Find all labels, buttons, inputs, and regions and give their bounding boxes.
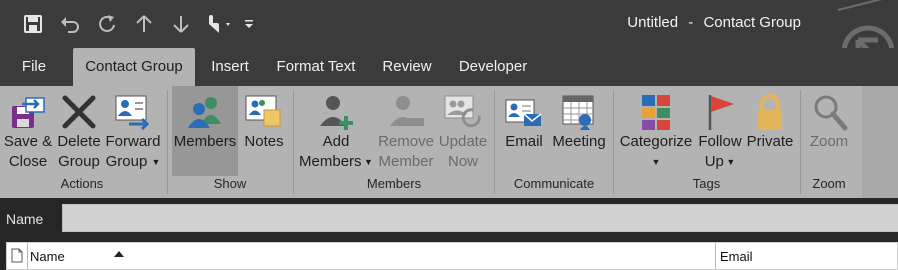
document-icon [11, 248, 23, 263]
members-list: Name Email [0, 240, 898, 270]
touch-mode-icon[interactable] [199, 10, 239, 38]
magnifier-icon [809, 92, 849, 132]
add-members-label-2: Members [299, 153, 362, 170]
members-view-label: Members [173, 133, 237, 150]
notes-button[interactable]: Notes [240, 86, 288, 176]
group-name-input[interactable] [62, 204, 898, 232]
follow-up-button[interactable]: Follow Up ▼ [696, 86, 744, 176]
column-header-email[interactable]: Email [715, 243, 895, 269]
remove-member-icon [386, 92, 426, 132]
ribbon-tabs: File Contact Group Insert Format Text Re… [0, 48, 898, 86]
remove-member-label-2: Member [378, 153, 434, 170]
tab-format-text[interactable]: Format Text [268, 48, 364, 86]
forward-group-button[interactable]: Forward Group ▼ [104, 86, 162, 176]
sort-ascending-icon [114, 251, 124, 257]
email-label: Email [505, 133, 543, 150]
add-members-button[interactable]: Add Members ▼ [298, 86, 374, 176]
notes-icon [244, 92, 284, 132]
lock-icon [750, 92, 790, 132]
remove-member-label-1: Remove [378, 133, 434, 150]
members-icon [185, 92, 225, 132]
forward-group-label-2: Group [105, 153, 148, 170]
ribbon: Save & Close Delete Group Forward Group ▼ A… [0, 86, 898, 198]
email-button[interactable]: Email [500, 86, 548, 176]
categorize-icon [636, 92, 676, 132]
update-now-label-2: Now [447, 153, 478, 170]
forward-group-label-1: Forward [105, 133, 161, 150]
forward-group-icon [113, 92, 153, 132]
save-close-icon [8, 92, 48, 132]
title-bar: Untitled - Contact Group [0, 0, 898, 79]
group-label-zoom: Zoom [812, 176, 846, 191]
chevron-down-icon: ▼ [651, 157, 661, 168]
save-icon[interactable] [14, 10, 51, 38]
remove-member-button[interactable]: Remove Member [376, 86, 436, 176]
ribbon-edge [862, 86, 898, 198]
update-now-label-1: Update [438, 133, 488, 150]
redo-icon[interactable] [88, 10, 125, 38]
save-close-button[interactable]: Save & Close [2, 86, 54, 176]
contextual-tab-name: Contact Group [703, 14, 801, 31]
arrow-up-icon[interactable] [125, 10, 162, 38]
notes-label: Notes [244, 133, 284, 150]
list-header: Name Email [6, 242, 898, 270]
private-label: Private [746, 133, 794, 150]
window-title: Untitled - Contact Group [627, 14, 801, 31]
name-label: Name [6, 211, 44, 227]
group-separator [800, 90, 801, 194]
group-separator [167, 90, 168, 194]
zoom-button[interactable]: Zoom [804, 86, 854, 176]
flag-icon [700, 92, 740, 132]
members-view-button[interactable]: Members [172, 86, 238, 176]
customize-qat-icon[interactable] [239, 10, 259, 38]
arrow-down-icon[interactable] [162, 10, 199, 38]
document-name: Untitled [627, 14, 679, 31]
title-separator: - [688, 14, 694, 31]
categorize-label: Categorize [619, 133, 693, 150]
chevron-down-icon: ▼ [723, 157, 736, 168]
zoom-label: Zoom [809, 133, 849, 150]
chevron-down-icon: ▼ [361, 157, 373, 168]
group-label-actions: Actions [60, 176, 104, 191]
column-header-name[interactable]: Name [27, 243, 717, 269]
quick-access-toolbar [14, 10, 259, 38]
undo-icon[interactable] [51, 10, 88, 38]
group-separator [494, 90, 495, 194]
meeting-button[interactable]: Meeting [550, 86, 608, 176]
group-label-communicate: Communicate [513, 176, 595, 191]
group-separator [293, 90, 294, 194]
group-label-members: Members [366, 176, 422, 191]
tab-developer[interactable]: Developer [450, 48, 536, 86]
tab-contact-group[interactable]: Contact Group [73, 48, 195, 86]
email-icon [504, 92, 544, 132]
update-now-button[interactable]: Update Now [436, 86, 490, 176]
add-members-label-1: Add [322, 133, 350, 150]
group-label-tags: Tags [692, 176, 721, 191]
save-close-label-2: Close [8, 153, 48, 170]
delete-group-button[interactable]: Delete Group [55, 86, 103, 176]
private-button[interactable]: Private [745, 86, 795, 176]
group-separator [613, 90, 614, 194]
follow-up-label-2: Up [704, 153, 724, 170]
update-now-icon [443, 92, 483, 132]
save-close-label-1: Save & [3, 133, 53, 150]
delete-x-icon [59, 92, 99, 132]
delete-group-label-1: Delete [57, 133, 101, 150]
tab-insert[interactable]: Insert [202, 48, 258, 86]
group-label-show: Show [213, 176, 247, 191]
chevron-down-icon: ▼ [151, 157, 161, 168]
categorize-button[interactable]: Categorize ▼ [618, 86, 694, 176]
tab-file[interactable]: File [10, 48, 58, 86]
delete-group-label-2: Group [58, 153, 100, 170]
meeting-label: Meeting [552, 133, 606, 150]
add-member-icon [316, 92, 356, 132]
meeting-calendar-icon [559, 92, 599, 132]
tab-review[interactable]: Review [374, 48, 440, 86]
column-email-label: Email [720, 249, 753, 264]
column-name-label: Name [30, 249, 65, 264]
name-field-row: Name [0, 198, 898, 240]
follow-up-label-1: Follow [698, 133, 742, 150]
